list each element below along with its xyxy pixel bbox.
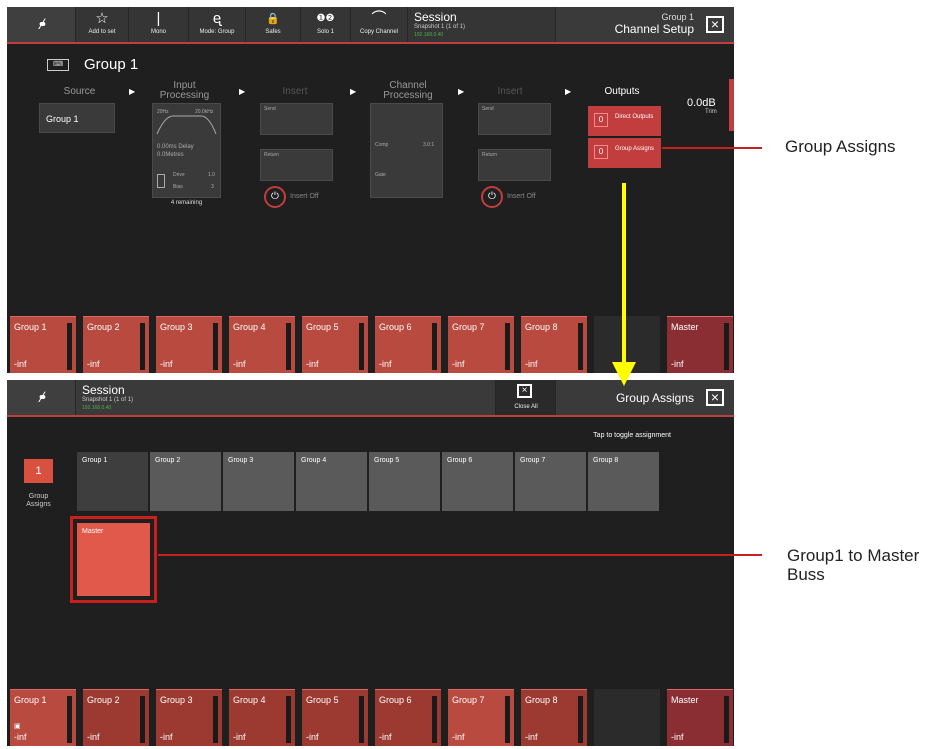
annotation-overlay [158,147,762,556]
annotation-group-assigns: Group Assigns [785,137,896,156]
flow-arrowhead [612,362,636,386]
annotation-group-to-master: Group1 to Master Buss [787,546,920,584]
